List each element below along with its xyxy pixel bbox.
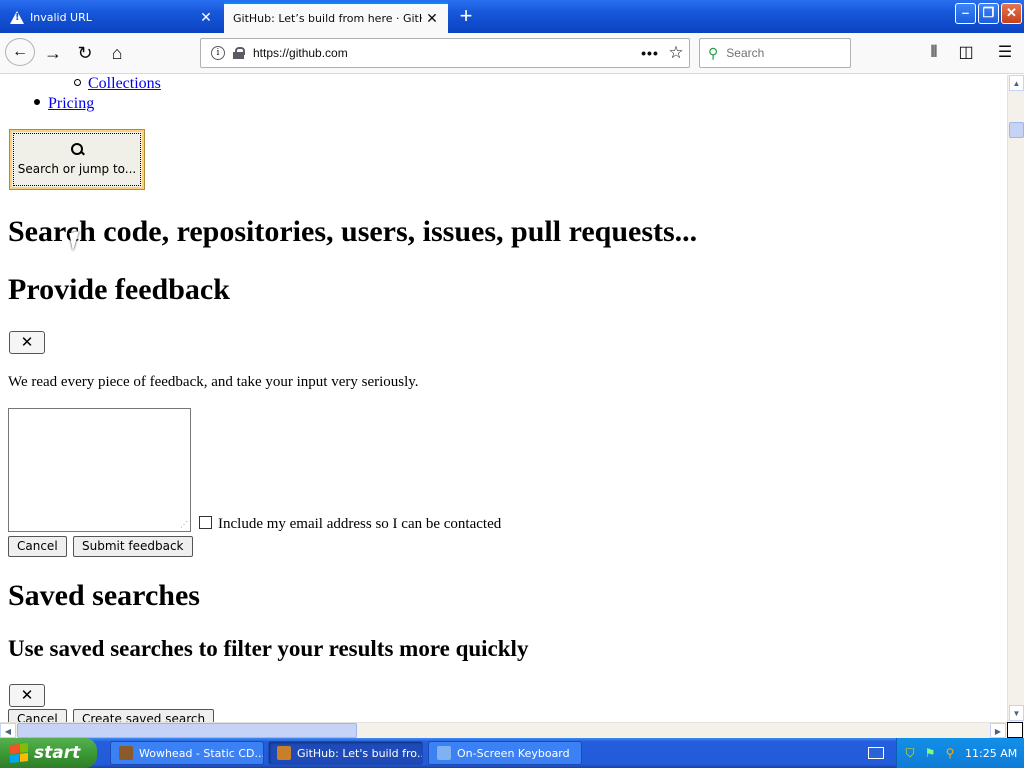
language-bar-icon[interactable]	[868, 747, 884, 759]
title-bar: Invalid URL ✕ GitHub: Let’s build from h…	[0, 0, 1024, 33]
taskbar: start Wowhead - Static CD... GitHub: Let…	[0, 738, 1024, 768]
tab-invalid-url[interactable]: Invalid URL ✕	[0, 2, 222, 33]
close-window-button[interactable]: ✕	[1001, 3, 1022, 24]
email-checkbox[interactable]	[199, 516, 212, 529]
back-icon[interactable]: ←	[5, 38, 35, 66]
url-text[interactable]: https://github.com	[253, 46, 637, 60]
close-feedback-button[interactable]: ✕	[9, 331, 45, 354]
reload-icon[interactable]: ↻	[70, 39, 100, 67]
disc-bullet-icon	[34, 99, 40, 105]
cancel-button[interactable]: Cancel	[8, 536, 67, 557]
start-button[interactable]: start	[0, 738, 97, 768]
shield-icon[interactable]: ⛉	[903, 746, 917, 760]
tab-github[interactable]: GitHub: Let’s build from here · GitHub ✕	[224, 2, 448, 33]
resize-corner	[1007, 722, 1023, 738]
vertical-scroll-thumb[interactable]	[1009, 122, 1024, 138]
start-label: start	[34, 743, 81, 763]
firefox-icon	[277, 746, 291, 760]
scroll-right-icon[interactable]: ▶	[990, 723, 1006, 738]
task-label: On-Screen Keyboard	[457, 746, 570, 760]
email-checkbox-label: Include my email address so I can be con…	[218, 516, 502, 532]
scroll-left-icon[interactable]: ◀	[0, 723, 16, 738]
search-icon: ⚲	[708, 44, 719, 61]
pricing-link[interactable]: Pricing	[48, 95, 94, 112]
warning-icon	[10, 11, 24, 24]
search-jump-button[interactable]: Search or jump to...	[9, 129, 145, 190]
feedback-description: We read every piece of feedback, and tak…	[8, 374, 419, 390]
home-icon[interactable]: ⌂	[102, 39, 132, 67]
submit-feedback-button[interactable]: Submit feedback	[73, 536, 193, 557]
tab-close-icon[interactable]: ✕	[422, 11, 442, 27]
nav-sub-list-item: Collections	[74, 75, 161, 93]
scrollbar-corner	[1007, 722, 1024, 738]
search-heading: Search code, repositories, users, issues…	[8, 215, 698, 248]
saved-searches-subheading: Use saved searches to filter your result…	[8, 636, 529, 661]
system-tray: ⛉ ⚑ ⚲ 11:25 AM	[896, 738, 1024, 768]
resize-grip-icon[interactable]: ⋰	[180, 520, 188, 529]
page-content: Collections Pricing Search or jump to...…	[0, 75, 1007, 722]
collections-link[interactable]: Collections	[88, 75, 161, 92]
bookmark-star-icon[interactable]: ☆	[663, 43, 689, 63]
create-saved-search-button[interactable]: Create saved search	[73, 709, 215, 722]
task-wowhead[interactable]: Wowhead - Static CD...	[110, 741, 264, 765]
info-icon[interactable]: i	[211, 46, 225, 60]
new-tab-icon[interactable]: +	[452, 4, 480, 30]
maximize-button[interactable]: ❐	[978, 3, 999, 24]
vertical-scrollbar[interactable]: ▲ ▼	[1007, 75, 1024, 722]
library-icon[interactable]: ⫴	[922, 41, 946, 65]
keyboard-icon	[437, 746, 451, 760]
search-input[interactable]: ⚲ Search	[699, 38, 851, 68]
windows-logo-icon	[10, 743, 28, 763]
magnifier-tray-icon[interactable]: ⚲	[943, 746, 957, 760]
clock: 11:25 AM	[965, 746, 1018, 760]
tab-title: GitHub: Let’s build from here · GitHub	[233, 12, 422, 25]
feedback-heading: Provide feedback	[8, 273, 230, 306]
url-bar[interactable]: i https://github.com ••• ☆	[200, 38, 690, 68]
tab-close-icon[interactable]: ✕	[196, 10, 216, 26]
feedback-textarea[interactable]: ⋰	[8, 408, 191, 532]
horizontal-scrollbar[interactable]: ◀ ▶	[0, 722, 1007, 738]
focus-ring	[13, 133, 141, 186]
horizontal-scroll-thumb[interactable]	[17, 723, 357, 738]
menu-icon[interactable]: ☰	[993, 41, 1017, 65]
tab-title: Invalid URL	[30, 11, 92, 24]
navigation-toolbar: ← → ↻ ⌂ i https://github.com ••• ☆ ⚲ Sea…	[0, 33, 1024, 74]
close-saved-search-button[interactable]: ✕	[9, 684, 45, 707]
task-onscreen-keyboard[interactable]: On-Screen Keyboard	[428, 741, 582, 765]
task-label: Wowhead - Static CD...	[139, 746, 264, 760]
saved-cancel-button[interactable]: Cancel	[8, 709, 67, 722]
network-icon[interactable]: ⚑	[923, 746, 937, 760]
scroll-up-icon[interactable]: ▲	[1009, 75, 1024, 91]
nav-list-item: Pricing	[34, 95, 94, 113]
forward-icon[interactable]: →	[38, 39, 68, 67]
task-github[interactable]: GitHub: Let's build fro...	[268, 741, 423, 765]
lock-icon[interactable]	[233, 47, 245, 59]
search-placeholder: Search	[726, 46, 765, 60]
sidebar-icon[interactable]: ◫	[954, 41, 978, 65]
saved-searches-heading: Saved searches	[8, 579, 200, 612]
page-actions-icon[interactable]: •••	[637, 45, 663, 61]
scroll-down-icon[interactable]: ▼	[1009, 705, 1024, 721]
minimize-button[interactable]: –	[955, 3, 976, 24]
task-label: GitHub: Let's build fro...	[297, 746, 423, 760]
wowhead-icon	[119, 746, 133, 760]
circle-bullet-icon	[74, 79, 81, 86]
